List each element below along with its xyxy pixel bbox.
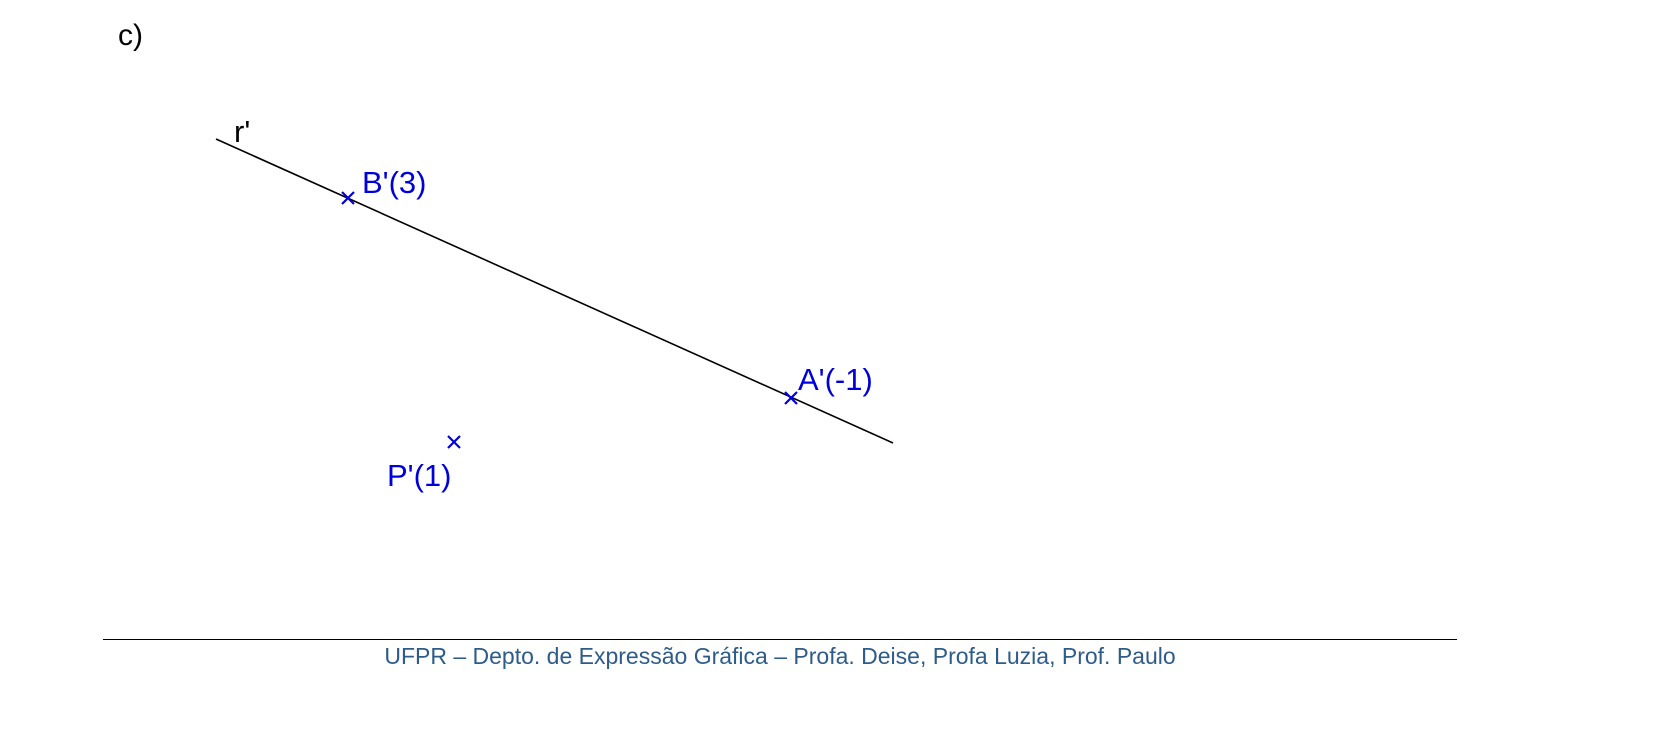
point-p-label: P'(1) [387,458,452,493]
line-r-label: r' [234,114,251,149]
point-b-label: B'(3) [362,165,427,200]
point-a-marker [784,391,798,405]
point-p-marker [447,435,461,449]
page: c) r' B'(3) A'(-1) P'(1) UFPR – Depto. d… [0,0,1654,750]
footer-divider [103,639,1457,640]
point-a-label: A'(-1) [798,362,873,397]
point-b-marker [341,191,355,205]
footer-credits: UFPR – Depto. de Expressão Gráfica – Pro… [384,643,1176,669]
